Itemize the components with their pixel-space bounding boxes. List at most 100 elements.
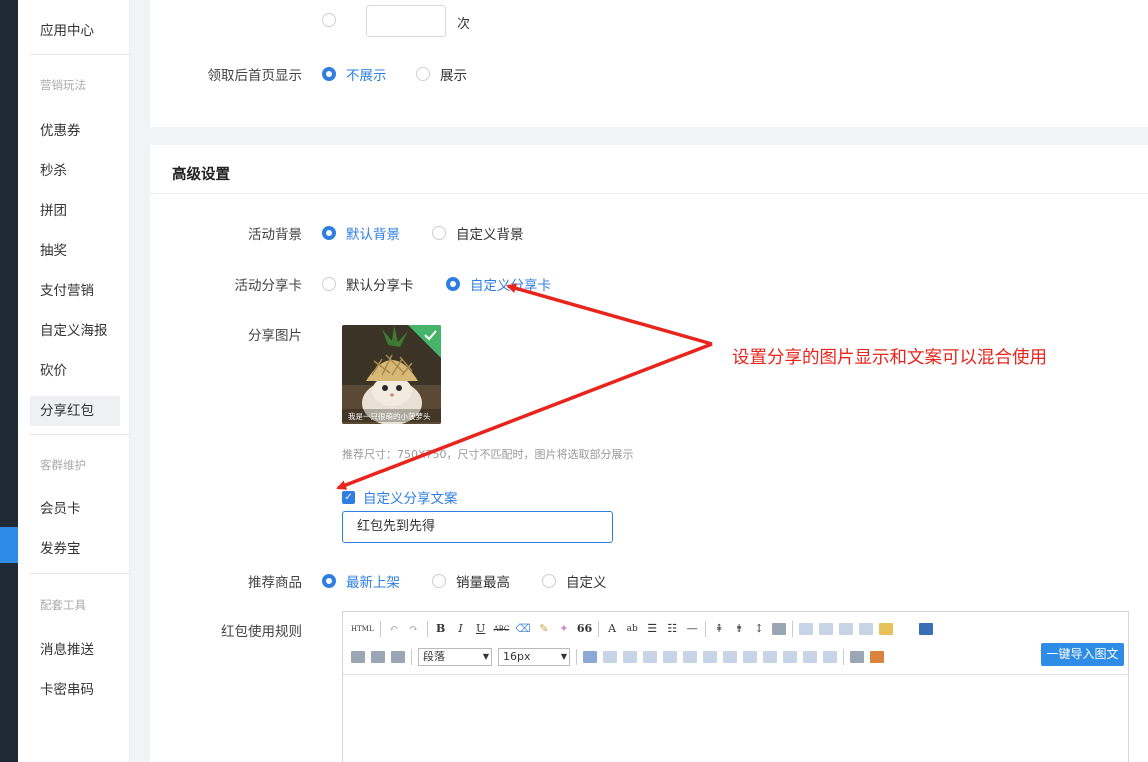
radio-circle	[432, 574, 446, 588]
split-rows-icon[interactable]	[783, 651, 797, 663]
align-justify-icon[interactable]	[859, 623, 874, 635]
float-left-icon[interactable]	[351, 651, 365, 663]
split-cols-icon[interactable]	[803, 651, 817, 663]
share-image-label: 分享图片	[248, 328, 302, 344]
insert-table-icon[interactable]	[583, 651, 597, 663]
sidebar-item-member-card[interactable]: 会员卡	[30, 494, 120, 524]
float-center-icon[interactable]	[371, 651, 385, 663]
align-center-icon[interactable]	[819, 623, 834, 635]
merge-down-icon[interactable]	[743, 651, 757, 663]
html-source-button[interactable]: HTML	[351, 620, 374, 638]
sidebar-item-message-push[interactable]: 消息推送	[30, 635, 120, 665]
font-size-select-value: 16px	[503, 650, 531, 663]
radio-circle-selected	[322, 574, 336, 588]
background-default-radio[interactable]: 默认背景	[322, 223, 400, 243]
rich-text-editor[interactable]: HTML ↶ ↷ B I U ABC ⌫ ✎ ✦ 66 A ab ☰ ☷ — ⇞…	[342, 611, 1129, 762]
font-size-select[interactable]: 16px ▼	[498, 648, 570, 666]
magic-format-icon[interactable]: ✦	[557, 620, 571, 638]
radio-label: 销量最高	[456, 575, 510, 591]
toolbar-separator	[426, 621, 428, 637]
delete-table-icon[interactable]	[603, 651, 617, 663]
sidebar-item-coupon-treasure[interactable]: 发券宝	[30, 534, 120, 564]
radio-circle	[542, 574, 556, 588]
align-left-icon[interactable]	[799, 623, 814, 635]
unordered-list-icon[interactable]: ☷	[665, 620, 679, 638]
home-display-show-radio[interactable]: 展示	[416, 64, 467, 84]
split-cells-icon[interactable]	[763, 651, 777, 663]
annotation-text: 设置分享的图片显示和文案可以混合使用	[732, 348, 1047, 368]
times-input[interactable]	[366, 5, 446, 37]
recommend-latest-radio[interactable]: 最新上架	[322, 571, 400, 591]
nav-rail-active-marker	[0, 527, 18, 563]
highlight-color-icon[interactable]: ab	[625, 620, 639, 638]
preview-icon[interactable]	[919, 623, 934, 635]
italic-button[interactable]: I	[454, 620, 468, 638]
custom-copy-input[interactable]: 红包先到先得	[342, 511, 613, 543]
sidebar-item-group-buy[interactable]: 拼团	[30, 196, 120, 226]
recommend-custom-radio[interactable]: 自定义	[542, 571, 607, 591]
checkbox-label: 自定义分享文案	[363, 491, 458, 507]
sidebar-divider	[30, 54, 136, 55]
share-card-custom-radio[interactable]: 自定义分享卡	[446, 274, 551, 294]
indent-icon[interactable]	[772, 623, 787, 635]
basic-settings-card: 次 领取后首页显示 不展示 展示	[150, 0, 1148, 127]
row-spacing-top-icon[interactable]: ⇞	[712, 620, 726, 638]
undo-icon[interactable]: ↶	[387, 620, 401, 638]
recommend-bestsell-radio[interactable]: 销量最高	[432, 571, 510, 591]
home-display-hide-radio[interactable]: 不展示	[322, 64, 387, 84]
sidebar-item-app-center[interactable]: 应用中心	[30, 16, 120, 46]
quote-button[interactable]: 66	[577, 620, 592, 638]
strikethrough-button[interactable]: ABC	[494, 620, 510, 638]
format-brush-icon[interactable]: ✎	[537, 620, 551, 638]
radio-circle-selected	[446, 277, 460, 291]
share-image-thumbnail[interactable]: 我是一只很萌的小菠萝头	[342, 325, 441, 424]
times-radio[interactable]	[322, 13, 336, 27]
one-click-import-button[interactable]: 一键导入图文	[1041, 643, 1124, 666]
ordered-list-icon[interactable]: ☰	[645, 620, 659, 638]
delete-column-icon[interactable]	[683, 651, 697, 663]
insert-column-icon[interactable]	[663, 651, 677, 663]
sidebar-item-custom-poster[interactable]: 自定义海报	[30, 316, 120, 346]
background-color-icon[interactable]	[879, 623, 894, 635]
main-content: 次 领取后首页显示 不展示 展示 高级设置 活动背景 默认背景 自定义背景 活动…	[130, 0, 1148, 762]
bold-button[interactable]: B	[434, 620, 448, 638]
font-color-button[interactable]: A	[605, 620, 619, 638]
link-icon[interactable]	[850, 651, 864, 663]
sidebar-item-card-code[interactable]: 卡密串码	[30, 675, 120, 705]
sidebar-item-flash-sale[interactable]: 秒杀	[30, 156, 120, 186]
checkbox-checked-icon: ✓	[342, 490, 355, 504]
radio-circle	[322, 13, 336, 27]
background-custom-radio[interactable]: 自定义背景	[432, 223, 524, 243]
sidebar-item-share-red-packet[interactable]: 分享红包	[30, 396, 120, 426]
eraser-icon[interactable]: ⌫	[515, 620, 531, 638]
editor-content-area[interactable]	[343, 674, 1128, 762]
redo-icon[interactable]: ↷	[407, 620, 421, 638]
toolbar-separator	[598, 621, 600, 637]
horizontal-rule-icon[interactable]: —	[685, 620, 699, 638]
insert-row-icon[interactable]	[623, 651, 637, 663]
radio-circle	[322, 277, 336, 291]
custom-copy-checkbox[interactable]: ✓ 自定义分享文案	[342, 487, 458, 507]
radio-label: 自定义分享卡	[470, 278, 551, 294]
sidebar-item-lottery[interactable]: 抽奖	[30, 236, 120, 266]
radio-circle-selected	[322, 226, 336, 240]
sidebar-item-pay-marketing[interactable]: 支付营销	[30, 276, 120, 306]
image-icon[interactable]	[870, 651, 884, 663]
row-spacing-bottom-icon[interactable]: ⇟	[732, 620, 746, 638]
align-right-icon[interactable]	[839, 623, 854, 635]
merge-right-icon[interactable]	[723, 651, 737, 663]
sidebar-item-bargain[interactable]: 砍价	[30, 356, 120, 386]
line-height-icon[interactable]: ↕	[752, 620, 766, 638]
share-card-default-radio[interactable]: 默认分享卡	[322, 274, 414, 294]
paragraph-select[interactable]: 段落 ▼	[418, 648, 492, 666]
table-props-icon[interactable]	[823, 651, 837, 663]
float-right-icon[interactable]	[391, 651, 405, 663]
underline-button[interactable]: U	[474, 620, 488, 638]
radio-label: 默认分享卡	[346, 278, 414, 294]
sidebar-item-coupon[interactable]: 优惠券	[30, 116, 120, 146]
toolbar-separator	[843, 649, 844, 665]
radio-label: 展示	[440, 68, 467, 84]
delete-row-icon[interactable]	[643, 651, 657, 663]
nav-rail	[0, 0, 18, 762]
merge-cells-icon[interactable]	[703, 651, 717, 663]
